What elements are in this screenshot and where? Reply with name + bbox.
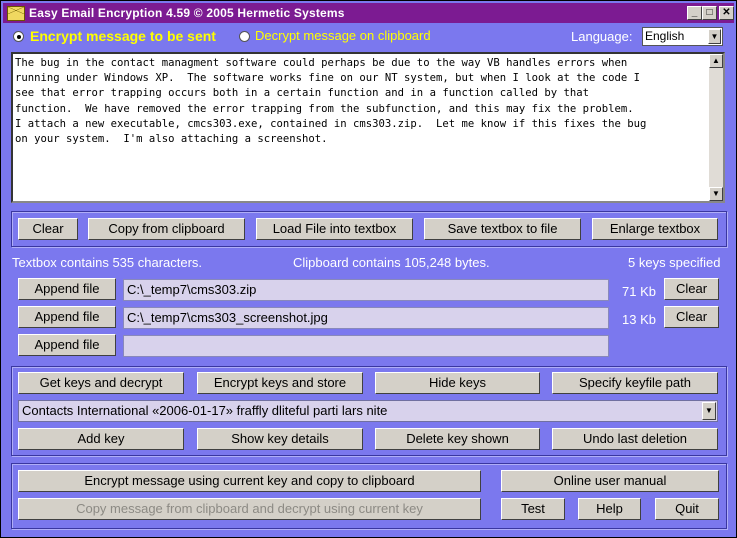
test-button[interactable]: Test (501, 498, 565, 520)
maximize-button[interactable]: □ (702, 6, 717, 20)
append-file-button[interactable]: Append file (18, 278, 116, 300)
append-file-button[interactable]: Append file (18, 334, 116, 356)
language-label: Language: (571, 29, 633, 44)
message-textbox[interactable]: The bug in the contact managment softwar… (11, 52, 725, 203)
encrypt-keys-button[interactable]: Encrypt keys and store (197, 372, 363, 394)
keyfile-path-button[interactable]: Specify keyfile path (552, 372, 718, 394)
encrypt-mode-label[interactable]: Encrypt message to be sent (30, 28, 216, 44)
close-button[interactable]: ✕ (719, 6, 734, 20)
decrypt-mode-radio[interactable] (239, 31, 250, 42)
delete-key-button[interactable]: Delete key shown (375, 428, 540, 450)
encrypt-mode-radio[interactable] (13, 31, 24, 42)
textbox-char-count: Textbox contains 535 characters. (12, 255, 203, 270)
minimize-button[interactable]: _ (687, 6, 702, 20)
decrypt-clipboard-button[interactable]: Copy message from clipboard and decrypt … (18, 498, 481, 520)
language-value: English (645, 29, 685, 43)
undo-deletion-button[interactable]: Undo last deletion (552, 428, 718, 450)
add-key-button[interactable]: Add key (18, 428, 184, 450)
attachment-path-field[interactable] (123, 335, 609, 357)
current-key-value: Contacts International «2006-01-17» fraf… (22, 403, 388, 418)
attachment-path-field[interactable]: C:\_temp7\cms303_screenshot.jpg (123, 307, 609, 329)
encrypt-copy-button[interactable]: Encrypt message using current key and co… (18, 470, 481, 492)
scroll-down-icon[interactable]: ▼ (709, 187, 723, 201)
clear-attachment-button[interactable]: Clear (664, 278, 719, 300)
keys-specified-count: 5 keys specified (628, 255, 721, 270)
window-title: Easy Email Encryption 4.59 © 2005 Hermet… (29, 6, 345, 20)
clear-attachment-button[interactable]: Clear (664, 306, 719, 328)
hide-keys-button[interactable]: Hide keys (375, 372, 540, 394)
attachment-size: 13 Kb (622, 312, 656, 327)
current-key-combo[interactable]: Contacts International «2006-01-17» fraf… (18, 400, 718, 422)
clipboard-byte-count: Clipboard contains 105,248 bytes. (293, 255, 490, 270)
envelope-icon (7, 6, 25, 21)
main-window: Easy Email Encryption 4.59 © 2005 Hermet… (0, 0, 737, 538)
attachment-path-field[interactable]: C:\_temp7\cms303.zip (123, 279, 609, 301)
chevron-down-icon[interactable]: ▼ (702, 402, 716, 420)
chevron-down-icon[interactable]: ▼ (708, 29, 721, 44)
enlarge-textbox-button[interactable]: Enlarge textbox (592, 218, 718, 240)
append-file-button[interactable]: Append file (18, 306, 116, 328)
save-textbox-button[interactable]: Save textbox to file (424, 218, 581, 240)
load-file-button[interactable]: Load File into textbox (256, 218, 413, 240)
get-keys-button[interactable]: Get keys and decrypt (18, 372, 184, 394)
clear-textbox-button[interactable]: Clear (18, 218, 78, 240)
message-text[interactable]: The bug in the contact managment softwar… (15, 56, 709, 147)
show-key-details-button[interactable]: Show key details (197, 428, 363, 450)
online-manual-button[interactable]: Online user manual (501, 470, 719, 492)
title-bar[interactable]: Easy Email Encryption 4.59 © 2005 Hermet… (3, 3, 734, 23)
textbox-scrollbar[interactable]: ▲ ▼ (709, 54, 723, 201)
quit-button[interactable]: Quit (655, 498, 719, 520)
attachment-size: 71 Kb (622, 284, 656, 299)
scroll-up-icon[interactable]: ▲ (709, 54, 723, 68)
language-select[interactable]: English ▼ (642, 27, 723, 46)
help-button[interactable]: Help (578, 498, 641, 520)
decrypt-mode-label[interactable]: Decrypt message on clipboard (255, 28, 431, 43)
copy-from-clipboard-button[interactable]: Copy from clipboard (88, 218, 245, 240)
